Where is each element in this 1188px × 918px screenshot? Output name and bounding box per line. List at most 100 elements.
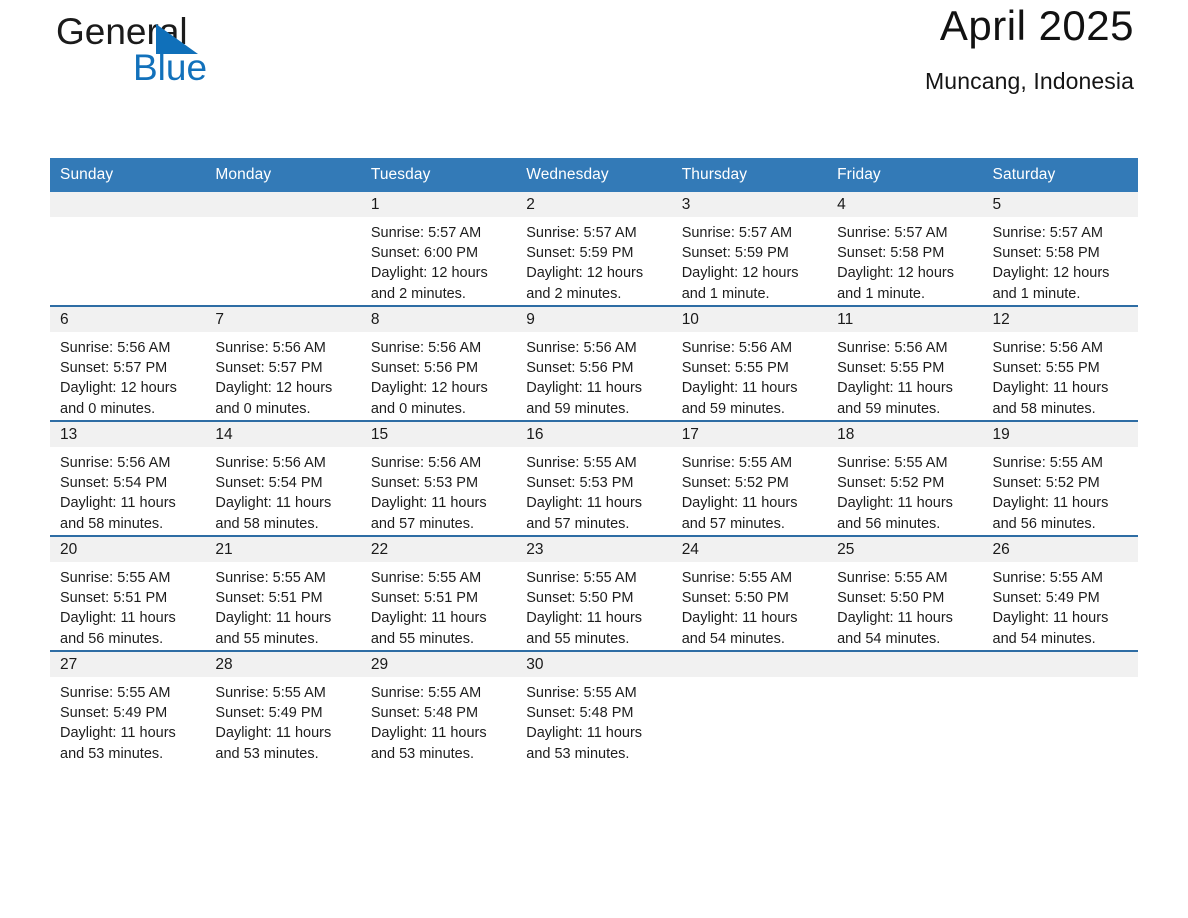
day-cell-content: 11 Sunrise: 5:56 AM Sunset: 5:55 PM Dayligh…	[827, 307, 983, 420]
day-number: 2	[516, 192, 672, 217]
day-sun-info: Sunrise: 5:56 AM Sunset: 5:56 PM Daylight:…	[361, 332, 516, 419]
calendar-day-cell[interactable]: 14 Sunrise: 5:56 AM Sunset: 5:54 PM Dayligh…	[205, 420, 361, 536]
day-info-line: and 59 minutes.	[681, 400, 785, 417]
day-sun-info: Sunrise: 5:55 AM Sunset: 5:50 PM Daylight:…	[516, 562, 671, 649]
day-cell-content	[205, 192, 361, 305]
calendar-day-cell[interactable]: 8 Sunrise: 5:56 AM Sunset: 5:56 PM Daylight…	[360, 305, 517, 421]
calendar-day-cell[interactable]: 9 Sunrise: 5:56 AM Sunset: 5:56 PM Daylight…	[516, 305, 672, 421]
calendar-day-cell[interactable]: 1 Sunrise: 5:57 AM Sunset: 6:00 PM Daylight…	[360, 192, 517, 306]
day-sun-info: Sunrise: 5:56 AM Sunset: 5:55 PM Daylight:…	[672, 332, 827, 419]
day-info-line: Daylight: 11 hours	[215, 495, 332, 512]
day-info-line: Daylight: 12 hours	[215, 380, 333, 397]
calendar-day-cell[interactable]: 24 Sunrise: 5:55 AM Sunset: 5:50 PM Dayligh…	[671, 535, 828, 651]
day-info-line: Sunrise: 5:56 AM	[370, 340, 482, 356]
day-number: 27	[50, 652, 206, 677]
day-info-line: Sunset: 5:57 PM	[60, 360, 168, 377]
day-info-line: Sunset: 5:56 PM	[526, 360, 634, 377]
day-sun-info: Sunrise: 5:57 AM Sunset: 5:59 PM Daylight:…	[516, 217, 671, 304]
day-cell-content	[982, 652, 1138, 765]
calendar-day-cell[interactable]: 19 Sunrise: 5:55 AM Sunset: 5:52 PM Dayligh…	[982, 420, 1138, 536]
day-cell-content	[50, 192, 206, 305]
calendar-day-cell[interactable]: 22 Sunrise: 5:55 AM Sunset: 5:51 PM Dayligh…	[360, 535, 517, 651]
day-info-line: Daylight: 11 hours	[215, 725, 332, 742]
calendar-day-cell[interactable]: 4 Sunrise: 5:57 AM Sunset: 5:58 PM Daylight…	[827, 192, 983, 306]
calendar-day-cell[interactable]: 25 Sunrise: 5:55 AM Sunset: 5:50 PM Dayligh…	[827, 535, 983, 651]
calendar-day-cell[interactable]: 28 Sunrise: 5:55 AM Sunset: 5:49 PM Dayligh…	[205, 650, 361, 765]
day-cell-content: 20 Sunrise: 5:55 AM Sunset: 5:51 PM Dayligh…	[50, 537, 206, 650]
day-info-line: Daylight: 12 hours	[370, 380, 488, 397]
day-sun-info: Sunrise: 5:55 AM Sunset: 5:51 PM Daylight:…	[50, 562, 205, 649]
day-info-line: Sunset: 5:49 PM	[215, 705, 323, 722]
day-cell-content: 9 Sunrise: 5:56 AM Sunset: 5:56 PM Daylight…	[516, 307, 672, 420]
day-sun-info: Sunrise: 5:55 AM Sunset: 5:50 PM Daylight:…	[672, 562, 827, 649]
day-info-line: and 57 minutes.	[681, 515, 785, 532]
calendar-day-cell[interactable]: 10 Sunrise: 5:56 AM Sunset: 5:55 PM Dayligh…	[671, 305, 828, 421]
day-info-line: and 54 minutes.	[837, 630, 941, 647]
calendar-day-cell[interactable]: 18 Sunrise: 5:55 AM Sunset: 5:52 PM Dayligh…	[827, 420, 983, 536]
calendar-day-cell[interactable]: 30 Sunrise: 5:55 AM Sunset: 5:48 PM Dayligh…	[516, 650, 672, 765]
day-info-line: and 0 minutes.	[370, 400, 466, 417]
weekday-header-monday: Monday	[205, 158, 361, 192]
day-info-line: Daylight: 11 hours	[60, 610, 176, 627]
day-cell-content: 30 Sunrise: 5:55 AM Sunset: 5:48 PM Dayligh…	[516, 652, 672, 765]
day-info-line: Daylight: 11 hours	[837, 380, 953, 397]
day-info-line: Daylight: 11 hours	[837, 610, 953, 627]
calendar-day-cell[interactable]: 7 Sunrise: 5:56 AM Sunset: 5:57 PM Daylight…	[205, 305, 361, 421]
calendar-day-cell[interactable]: 23 Sunrise: 5:55 AM Sunset: 5:50 PM Dayligh…	[516, 535, 672, 651]
general-blue-logo[interactable]: General Blue	[56, 10, 316, 94]
day-number	[827, 652, 983, 677]
day-cell-content	[671, 652, 828, 765]
calendar-day-cell[interactable]: 29 Sunrise: 5:55 AM Sunset: 5:48 PM Dayligh…	[360, 650, 517, 765]
page-title: April 2025	[939, 2, 1134, 49]
day-info-line: Sunset: 5:50 PM	[681, 590, 789, 607]
day-sun-info: Sunrise: 5:57 AM Sunset: 5:58 PM Daylight:…	[827, 217, 982, 304]
day-info-line: Daylight: 11 hours	[992, 495, 1109, 512]
calendar-day-cell[interactable]: 2 Sunrise: 5:57 AM Sunset: 5:59 PM Daylight…	[516, 192, 672, 306]
calendar-day-cell[interactable]: 26 Sunrise: 5:55 AM Sunset: 5:49 PM Dayligh…	[982, 535, 1138, 651]
day-sun-info: Sunrise: 5:56 AM Sunset: 5:55 PM Daylight:…	[827, 332, 982, 419]
calendar-day-cell[interactable]: 21 Sunrise: 5:55 AM Sunset: 5:51 PM Dayligh…	[205, 535, 361, 651]
day-info-line: Sunrise: 5:56 AM	[370, 455, 482, 471]
day-info-line: and 0 minutes.	[60, 400, 156, 417]
calendar-day-cell[interactable]: 15 Sunrise: 5:56 AM Sunset: 5:53 PM Dayligh…	[360, 420, 517, 536]
calendar-day-cell[interactable]: 12 Sunrise: 5:56 AM Sunset: 5:55 PM Dayligh…	[982, 305, 1138, 421]
day-info-line: Daylight: 11 hours	[60, 495, 176, 512]
calendar-week-row: 13 Sunrise: 5:56 AM Sunset: 5:54 PM Dayligh…	[50, 420, 1138, 536]
calendar-day-cell[interactable]: 6 Sunrise: 5:56 AM Sunset: 5:57 PM Daylight…	[50, 305, 206, 421]
calendar-day-cell[interactable]: 3 Sunrise: 5:57 AM Sunset: 5:59 PM Daylight…	[671, 192, 828, 306]
calendar-day-cell[interactable]: 17 Sunrise: 5:55 AM Sunset: 5:52 PM Dayligh…	[671, 420, 828, 536]
calendar-day-cell[interactable]: 27 Sunrise: 5:55 AM Sunset: 5:49 PM Dayligh…	[50, 650, 206, 765]
day-info-line: Sunset: 5:49 PM	[60, 705, 168, 722]
day-number	[50, 192, 206, 217]
day-info-line: Sunset: 5:49 PM	[992, 590, 1100, 607]
calendar-day-cell[interactable]: 16 Sunrise: 5:55 AM Sunset: 5:53 PM Dayligh…	[516, 420, 672, 536]
day-cell-content: 19 Sunrise: 5:55 AM Sunset: 5:52 PM Dayligh…	[982, 422, 1138, 535]
page-header: General Blue April 2025 Muncang, Indones…	[50, 0, 1138, 110]
calendar-day-cell[interactable]: 20 Sunrise: 5:55 AM Sunset: 5:51 PM Dayligh…	[50, 535, 206, 651]
day-info-line: Daylight: 11 hours	[526, 380, 643, 397]
weekday-header-row: Sunday Monday Tuesday Wednesday Thursday…	[50, 158, 1138, 192]
day-info-line: Sunset: 6:00 PM	[370, 245, 479, 262]
day-info-line: Sunset: 5:54 PM	[215, 475, 323, 492]
day-info-line: Daylight: 11 hours	[992, 610, 1109, 627]
day-number: 12	[982, 307, 1138, 332]
calendar-day-cell	[982, 650, 1138, 765]
day-info-line: Sunset: 5:48 PM	[370, 705, 479, 722]
calendar-body: 1 Sunrise: 5:57 AM Sunset: 6:00 PM Daylight…	[50, 192, 1138, 765]
calendar-day-cell[interactable]: 11 Sunrise: 5:56 AM Sunset: 5:55 PM Dayligh…	[827, 305, 983, 421]
day-info-line: and 2 minutes.	[526, 285, 622, 302]
calendar-day-cell[interactable]: 5 Sunrise: 5:57 AM Sunset: 5:58 PM Daylight…	[982, 192, 1138, 306]
day-info-line: Sunset: 5:55 PM	[837, 360, 945, 377]
day-info-line: Sunrise: 5:56 AM	[60, 455, 171, 471]
day-info-line: and 1 minute.	[681, 285, 770, 302]
day-sun-info: Sunrise: 5:55 AM Sunset: 5:49 PM Daylight:…	[50, 677, 205, 764]
day-sun-info: Sunrise: 5:55 AM Sunset: 5:52 PM Daylight:…	[983, 447, 1138, 534]
day-cell-content: 3 Sunrise: 5:57 AM Sunset: 5:59 PM Daylight…	[671, 192, 828, 305]
day-info-line: and 56 minutes.	[60, 630, 164, 647]
day-info-line: Daylight: 11 hours	[837, 495, 953, 512]
day-sun-info: Sunrise: 5:55 AM Sunset: 5:52 PM Daylight:…	[672, 447, 827, 534]
day-cell-content: 6 Sunrise: 5:56 AM Sunset: 5:57 PM Daylight…	[50, 307, 206, 420]
calendar-day-cell[interactable]: 13 Sunrise: 5:56 AM Sunset: 5:54 PM Dayligh…	[50, 420, 206, 536]
day-info-line: Daylight: 12 hours	[370, 265, 488, 282]
day-info-line: and 1 minute.	[992, 285, 1081, 302]
